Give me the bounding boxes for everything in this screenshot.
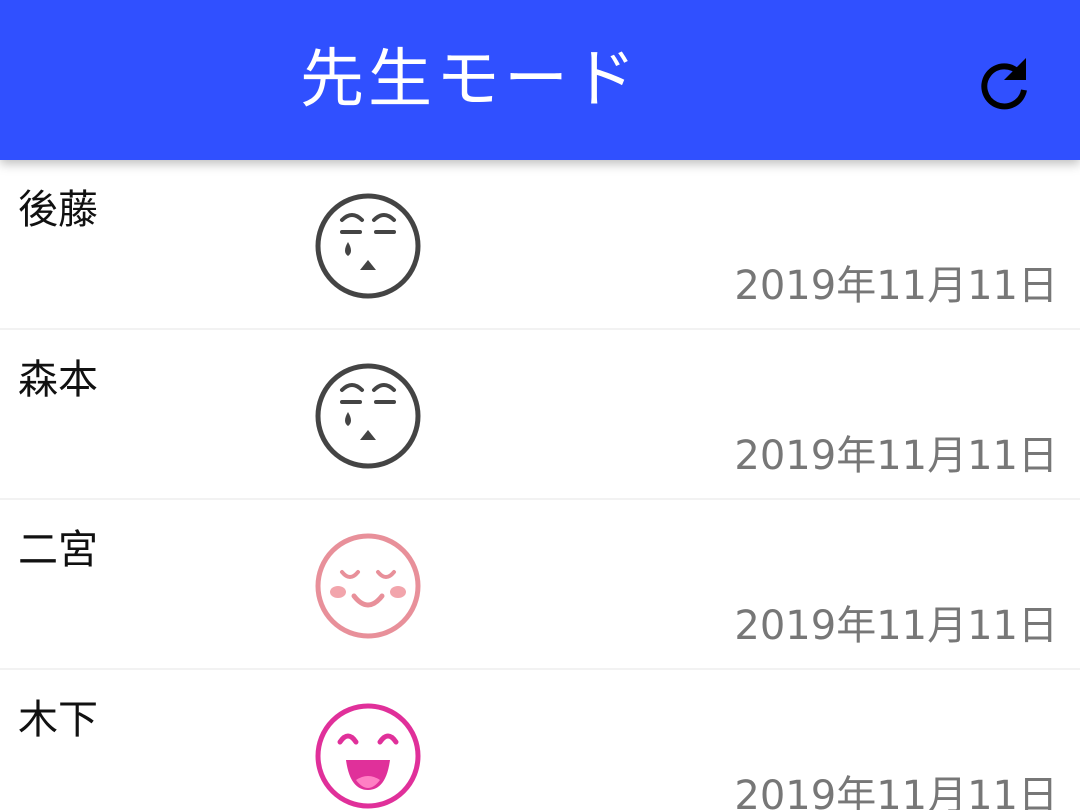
refresh-button[interactable] (966, 44, 1042, 120)
content-smiling-face-icon (315, 533, 421, 639)
student-name: 後藤 (18, 187, 98, 233)
record-date: 2019年11月11日 (734, 773, 1058, 810)
student-name: 森本 (18, 357, 98, 403)
list-item[interactable]: 木下 2019年11月11日 (0, 670, 1080, 810)
list-item[interactable]: 森本 2019年11月11日 (0, 330, 1080, 500)
app-screen: 先生モード 後藤 2019年11月11日 森本 2019年11月11日 二宮 2… (0, 0, 1080, 810)
student-list: 後藤 2019年11月11日 森本 2019年11月11日 二宮 2019年11… (0, 160, 1080, 810)
happy-laughing-face-icon (315, 703, 421, 809)
sad-tearful-face-icon (315, 193, 421, 299)
sad-tearful-face-icon (315, 363, 421, 469)
list-item[interactable]: 後藤 2019年11月11日 (0, 160, 1080, 330)
app-bar: 先生モード (0, 0, 1080, 160)
student-name: 木下 (18, 697, 98, 743)
page-title: 先生モード (300, 43, 640, 117)
record-date: 2019年11月11日 (734, 433, 1058, 479)
record-date: 2019年11月11日 (734, 603, 1058, 649)
refresh-icon (981, 58, 1027, 110)
record-date: 2019年11月11日 (734, 263, 1058, 309)
student-name: 二宮 (18, 527, 98, 573)
list-item[interactable]: 二宮 2019年11月11日 (0, 500, 1080, 670)
